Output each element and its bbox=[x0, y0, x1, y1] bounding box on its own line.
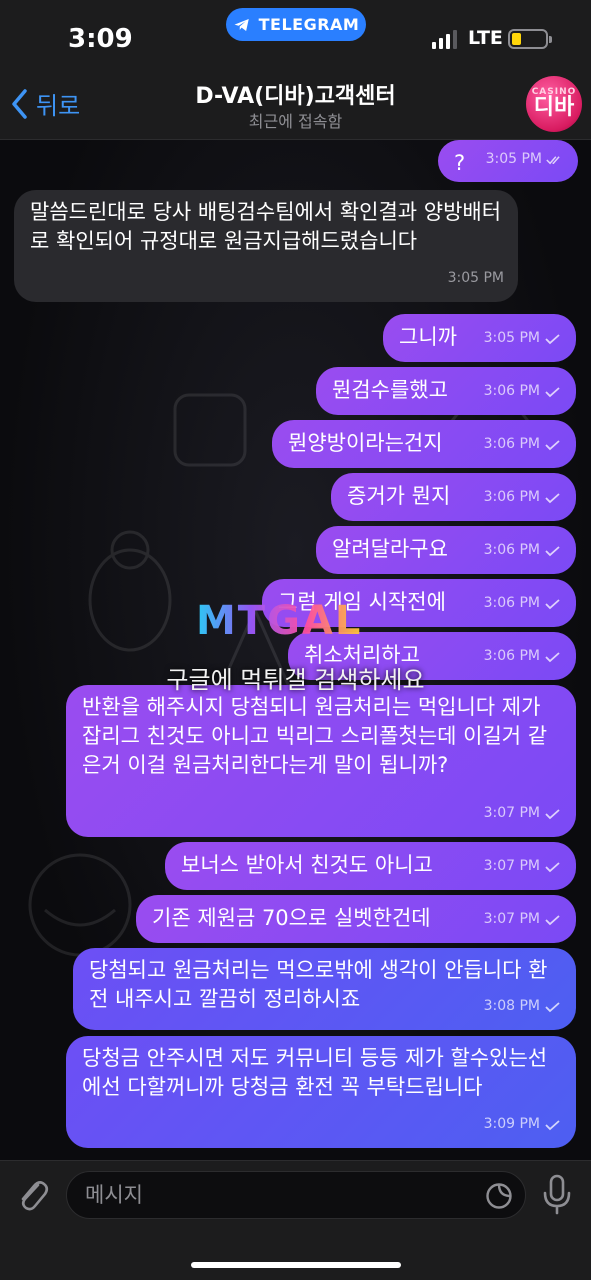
message-time: 3:06 PM bbox=[483, 436, 540, 452]
network-type: LTE bbox=[468, 27, 503, 49]
message-meta: 3:06 PM bbox=[484, 377, 562, 406]
message-text: 반환을 해주시지 당첨되니 원금처리는 먹입니다 제가 잡리그 친것도 아니고 … bbox=[82, 695, 548, 777]
message-meta: 3:09 PM bbox=[484, 1110, 562, 1139]
paperclip-icon[interactable] bbox=[14, 1175, 50, 1215]
watermark-caption: 구글에 먹튀갤 검색하세요 bbox=[166, 666, 425, 694]
message-bubble-outgoing[interactable]: 당청금 안주시면 저도 커뮤니티 등등 제가 할수있는선에선 다할꺼니까 당청금… bbox=[66, 1036, 576, 1148]
message-text: 그니까 bbox=[399, 325, 457, 349]
message-bubble-outgoing[interactable]: 그니까 3:05 PM bbox=[383, 314, 576, 362]
message-meta: 3:08 PM bbox=[484, 992, 562, 1021]
message-bubble-outgoing[interactable]: 증거가 뭔지 3:06 PM bbox=[331, 473, 576, 521]
message-bubble-outgoing[interactable]: 뭔양방이라는건지 3:06 PM bbox=[272, 420, 576, 468]
message-time: 3:08 PM bbox=[483, 998, 540, 1014]
message-time: 3:05 PM bbox=[485, 151, 542, 167]
watermark-logo: MTGAL bbox=[196, 598, 363, 644]
check-icon bbox=[545, 1119, 560, 1130]
chat-area[interactable]: ? 3:05 PM 말씀드린대로 당사 배팅검수팀에서 확인결과 양방배터로 확… bbox=[0, 140, 591, 1160]
message-meta: 3:07 PM bbox=[484, 905, 562, 934]
message-meta: 3:06 PM bbox=[484, 430, 562, 459]
chat-title[interactable]: D-VA(디바)고객센터 bbox=[0, 78, 591, 110]
message-time: 3:07 PM bbox=[483, 858, 540, 874]
message-time: 3:06 PM bbox=[483, 542, 540, 558]
message-text: 알려달라구요 bbox=[332, 537, 448, 561]
message-text: 뭔양방이라는건지 bbox=[288, 431, 443, 455]
message-field[interactable] bbox=[66, 1171, 526, 1219]
check-icon bbox=[545, 386, 560, 397]
contact-avatar[interactable]: CASINO 디바 bbox=[526, 76, 582, 132]
message-text: 기존 제원금 70으로 실벳한건데 bbox=[152, 906, 431, 930]
check-icon bbox=[545, 439, 560, 450]
check-icon bbox=[545, 861, 560, 872]
message-bubble-outgoing[interactable]: 뭔검수를했고 3:06 PM bbox=[316, 367, 576, 415]
message-meta: 3:05 PM bbox=[484, 324, 562, 353]
clock: 3:09 bbox=[68, 24, 133, 54]
message-meta: 3:06 PM bbox=[484, 589, 562, 618]
message-time: 3:05 PM bbox=[483, 330, 540, 346]
message-meta: 3:05 PM bbox=[486, 145, 564, 174]
chat-header: 뒤로 D-VA(디바)고객센터 최근에 접속함 CASINO 디바 bbox=[0, 70, 591, 140]
message-bubble-outgoing[interactable]: 기존 제원금 70으로 실벳한건데 3:07 PM bbox=[136, 895, 576, 943]
message-meta: 3:06 PM bbox=[484, 483, 562, 512]
doodle-pattern-icon bbox=[173, 393, 247, 467]
message-time: 3:06 PM bbox=[483, 383, 540, 399]
avatar-big-text: 디바 bbox=[533, 95, 575, 120]
message-text: 당첨되고 원금처리는 먹으로밖에 생각이 안듭니다 환전 내주시고 깔끔히 정리… bbox=[89, 958, 548, 1011]
message-bubble-outgoing[interactable]: 알려달라구요 3:06 PM bbox=[316, 526, 576, 574]
message-bubble-outgoing[interactable]: 당첨되고 원금처리는 먹으로밖에 생각이 안듭니다 환전 내주시고 깔끔히 정리… bbox=[73, 948, 576, 1030]
check-icon bbox=[545, 598, 560, 609]
last-seen-status: 최근에 접속함 bbox=[248, 112, 343, 131]
message-text: 말씀드린대로 당사 배팅검수팀에서 확인결과 양방배터로 확인되어 규정대로 원… bbox=[30, 200, 502, 253]
telegram-pill-label: TELEGRAM bbox=[258, 15, 360, 34]
microphone-icon[interactable] bbox=[540, 1173, 574, 1217]
double-check-icon bbox=[546, 155, 560, 164]
message-bubble-outgoing[interactable]: 반환을 해주시지 당첨되니 원금처리는 먹입니다 제가 잡리그 친것도 아니고 … bbox=[66, 685, 576, 837]
message-bubble-outgoing[interactable]: 보너스 받아서 친것도 아니고 3:07 PM bbox=[165, 842, 576, 890]
status-bar: 3:09 TELEGRAM LTE bbox=[0, 0, 591, 70]
message-text: ? bbox=[454, 151, 466, 175]
message-meta: 3:05 PM bbox=[448, 264, 504, 293]
message-bubble-outgoing[interactable]: ? 3:05 PM bbox=[438, 140, 578, 182]
message-input[interactable] bbox=[67, 1172, 467, 1218]
battery-icon bbox=[508, 29, 552, 49]
check-icon bbox=[545, 808, 560, 819]
message-bubble-incoming[interactable]: 말씀드린대로 당사 배팅검수팀에서 확인결과 양방배터로 확인되어 규정대로 원… bbox=[14, 190, 518, 302]
message-time: 3:05 PM bbox=[447, 270, 504, 286]
message-time: 3:07 PM bbox=[483, 911, 540, 927]
cellular-signal-icon bbox=[432, 30, 457, 49]
message-text: 보너스 받아서 친것도 아니고 bbox=[181, 853, 433, 877]
check-icon bbox=[545, 914, 560, 925]
telegram-return-pill[interactable]: TELEGRAM bbox=[226, 8, 366, 41]
message-meta: 3:07 PM bbox=[484, 799, 562, 828]
message-time: 3:07 PM bbox=[483, 805, 540, 821]
doodle-pattern-icon bbox=[88, 530, 172, 652]
message-text: 증거가 뭔지 bbox=[347, 484, 451, 508]
message-time: 3:09 PM bbox=[483, 1116, 540, 1132]
message-meta: 3:07 PM bbox=[484, 852, 562, 881]
check-icon bbox=[545, 1001, 560, 1012]
message-text: 뭔검수를했고 bbox=[332, 378, 448, 402]
sticker-icon[interactable] bbox=[485, 1182, 513, 1210]
message-text: 당청금 안주시면 저도 커뮤니티 등등 제가 할수있는선에선 다할꺼니까 당청금… bbox=[82, 1046, 548, 1099]
message-time: 3:06 PM bbox=[483, 595, 540, 611]
telegram-icon bbox=[234, 18, 249, 31]
check-icon bbox=[545, 333, 560, 344]
message-time: 3:06 PM bbox=[483, 489, 540, 505]
message-meta: 3:06 PM bbox=[484, 536, 562, 565]
check-icon bbox=[545, 545, 560, 556]
home-indicator bbox=[191, 1262, 401, 1268]
check-icon bbox=[545, 492, 560, 503]
